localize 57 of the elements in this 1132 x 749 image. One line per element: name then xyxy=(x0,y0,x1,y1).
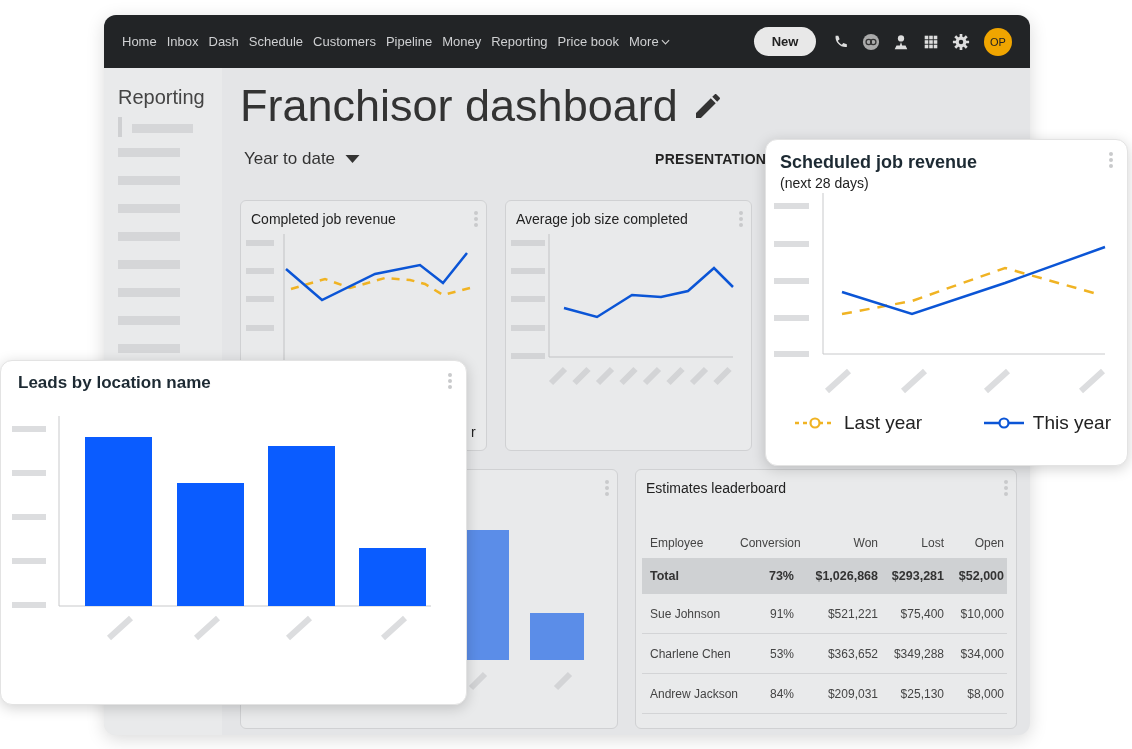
table-cell-text: 53% xyxy=(768,646,795,661)
table-cell-text: 91% xyxy=(768,606,795,621)
column-header: Conversion xyxy=(740,536,802,550)
nav-link[interactable]: Money xyxy=(442,34,482,49)
table-cell-text: $75,400 xyxy=(899,606,945,621)
table-cell-text: 73% xyxy=(767,569,795,583)
card-subtitle: (next 28 days) xyxy=(780,175,870,191)
table-cell-text: $10,000 xyxy=(959,606,1005,621)
legend-label: This year xyxy=(1032,412,1111,434)
presentation-link[interactable]: PRESENTATION xyxy=(655,151,767,167)
nav-link[interactable]: Schedule xyxy=(248,34,304,49)
nav-link[interactable]: Inbox xyxy=(166,34,199,49)
chevron-down-icon xyxy=(660,38,670,45)
table-cell-text: Andrew Jackson xyxy=(649,686,740,701)
table-cell-text: $25,130 xyxy=(899,686,945,701)
sidebar-title[interactable]: Reporting xyxy=(118,86,222,109)
column-header: Lost xyxy=(920,536,945,550)
card-title: Average job size completed xyxy=(516,211,688,227)
nav-link[interactable]: Home xyxy=(122,34,157,49)
nav-link[interactable]: Dash xyxy=(208,34,239,49)
legend-label: r xyxy=(471,424,476,440)
table-cell-text: Charlene Chen xyxy=(649,646,732,661)
legend-label: Last year xyxy=(844,412,923,434)
column-header: Employee xyxy=(649,536,705,550)
table-cell-text: 84% xyxy=(768,686,795,701)
caret-icon xyxy=(345,155,361,163)
bar xyxy=(530,613,584,660)
nav-link[interactable]: Pipeline xyxy=(385,34,433,49)
nav-link[interactable]: Price book xyxy=(557,34,620,49)
table-cell-text: $52,000 xyxy=(957,569,1005,583)
table-cell-text: Total xyxy=(649,569,680,583)
table-cell-text: $8,000 xyxy=(966,686,1005,701)
table-cell-text: $209,031 xyxy=(826,686,879,701)
table-cell-text: $34,000 xyxy=(959,646,1005,661)
date-range-dropdown[interactable]: Year to date xyxy=(244,149,361,169)
user-avatar[interactable]: OP xyxy=(984,27,1012,56)
nav-link[interactable]: Customers xyxy=(313,34,376,49)
table-cell-text: $363,652 xyxy=(826,646,879,661)
table-cell-text: $293,281 xyxy=(890,569,945,583)
table-cell-text: Sue Johnson xyxy=(649,606,722,621)
map-pin-icon[interactable] xyxy=(892,32,910,51)
card-title: Scheduled job revenue xyxy=(780,152,978,173)
card-title: Leads by location name xyxy=(18,373,211,393)
table-cell-text: $349,288 xyxy=(892,646,945,661)
page-title: Franchisor dashboard xyxy=(240,80,678,132)
bar xyxy=(359,548,426,606)
more-menu[interactable]: More xyxy=(629,34,670,49)
new-button[interactable]: New xyxy=(754,27,816,56)
card-title: Completed job revenue xyxy=(251,211,396,227)
circle-logo-icon[interactable] xyxy=(862,32,880,51)
column-header: Open xyxy=(973,536,1005,550)
table-cell-text: $521,221 xyxy=(826,606,879,621)
column-header: Won xyxy=(852,536,879,550)
nav-link[interactable]: Reporting xyxy=(491,34,548,49)
card-title: Estimates leaderboard xyxy=(646,480,787,496)
settings-icon[interactable] xyxy=(952,32,970,51)
table-cell-text: $1,026,868 xyxy=(814,569,879,583)
